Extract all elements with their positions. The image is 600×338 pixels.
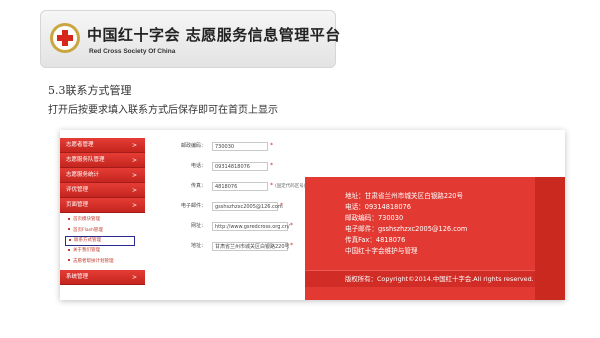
- footer-maintainer: 中国红十字会维护与管理: [345, 247, 418, 255]
- sidebar-item-pages[interactable]: 页面管理 >: [60, 198, 145, 213]
- sidebar-item-label: 页面管理: [66, 202, 89, 208]
- field-label: 地址：: [190, 243, 206, 249]
- required-mark: *: [270, 142, 273, 149]
- sidebar-submenu: 首页模块管理 首页Flash管理 联系方式管理 关于我们管理 志愿者帮扶计划管理: [60, 213, 145, 270]
- chevron-right-icon: >: [131, 172, 137, 179]
- footer-copyright: 版权所有：Copyright©2014.中国红十字会.All rights re…: [345, 275, 534, 283]
- section-title: 5.3联系方式管理: [48, 84, 132, 97]
- sidebar-item-label: 志愿服务统计: [66, 172, 100, 178]
- sidebar-item-volunteers[interactable]: 志愿者管理 >: [60, 138, 145, 153]
- required-mark: *: [280, 202, 283, 209]
- banner-subtitle: Red Cross Society Of China: [89, 48, 176, 55]
- chevron-right-icon: >: [131, 202, 137, 209]
- postcode-input[interactable]: 730030: [212, 142, 268, 151]
- submenu-item-contact[interactable]: 联系方式管理: [65, 236, 135, 246]
- sidebar: 志愿者管理 > 志愿服务队管理 > 志愿服务统计 > 评优管理 > 页面管理 >…: [60, 138, 145, 285]
- phone-input[interactable]: 09314818076: [212, 162, 268, 171]
- footer-preview: 地址：甘肃省兰州市城关区白银路220号 电话：09314818076 邮政编码：…: [305, 177, 535, 300]
- required-mark: *: [290, 242, 293, 249]
- field-label: 网址：: [190, 223, 206, 229]
- email-input[interactable]: gsshszhzxc2005@126.com: [212, 202, 283, 211]
- field-label: 邮政编码：: [180, 143, 206, 149]
- sidebar-item-teams[interactable]: 志愿服务队管理 >: [60, 153, 145, 168]
- footer-postcode: 邮政编码：730030: [345, 214, 404, 222]
- fax-input[interactable]: 4818076: [212, 182, 268, 191]
- required-mark: *: [290, 222, 293, 229]
- bullet-icon: [68, 248, 70, 251]
- footer-email: 电子邮件：gsshszhzxc2005@126.com: [345, 225, 468, 233]
- sidebar-item-label: 系统管理: [66, 274, 89, 280]
- field-label: 电子邮件：: [180, 203, 206, 209]
- sidebar-item-statistics[interactable]: 志愿服务统计 >: [60, 168, 145, 183]
- section-description: 打开后按要求填入联系方式后保存即可在首页上显示: [48, 105, 278, 116]
- sidebar-item-system[interactable]: 系统管理 >: [60, 270, 145, 285]
- sidebar-item-label: 志愿服务队管理: [66, 157, 105, 163]
- sidebar-item-label: 志愿者管理: [66, 142, 94, 148]
- footer-contact-info: 地址：甘肃省兰州市城关区白银路220号 电话：09314818076 邮政编码：…: [345, 191, 467, 257]
- footer-side-panel: [535, 177, 565, 300]
- sidebar-item-label: 评优管理: [66, 187, 89, 193]
- bullet-icon: [69, 238, 71, 241]
- footer-fax: 传真Fax：4818076: [345, 236, 406, 244]
- submenu-item-flash[interactable]: 首页Flash管理: [60, 226, 145, 237]
- footer-address: 地址：甘肃省兰州市城关区白银路220号: [345, 192, 464, 200]
- submenu-item-assistance[interactable]: 志愿者帮扶计划管理: [60, 257, 145, 268]
- required-mark: *: [270, 182, 273, 189]
- address-input[interactable]: 甘肃省兰州市城关区白银路220号: [212, 242, 290, 251]
- required-mark: *: [270, 162, 273, 169]
- bullet-icon: [68, 259, 70, 261]
- red-cross-logo-icon: [50, 23, 80, 53]
- submenu-item-home-modules[interactable]: 首页模块管理: [60, 215, 145, 226]
- website-input[interactable]: http://www.gsredcross.org.cn/: [212, 222, 290, 231]
- field-label: 传真：: [190, 183, 206, 189]
- header-banner: 中国红十字会 志愿服务信息管理平台 Red Cross Society Of C…: [40, 10, 340, 68]
- chevron-right-icon: >: [131, 187, 137, 194]
- banner-title: 中国红十字会 志愿服务信息管理平台: [87, 26, 341, 44]
- footer-phone: 电话：09314818076: [345, 203, 411, 211]
- submenu-item-about[interactable]: 关于我们管理: [60, 246, 145, 257]
- fax-note: (固定代码区号): [275, 184, 306, 189]
- admin-screenshot: 志愿者管理 > 志愿服务队管理 > 志愿服务统计 > 评优管理 > 页面管理 >…: [60, 130, 565, 300]
- chevron-right-icon: >: [131, 274, 137, 281]
- bullet-icon: [68, 217, 70, 220]
- chevron-right-icon: >: [131, 142, 137, 149]
- bullet-icon: [68, 228, 70, 230]
- chevron-right-icon: >: [131, 157, 137, 164]
- field-label: 电话：: [190, 163, 206, 169]
- sidebar-item-awards[interactable]: 评优管理 >: [60, 183, 145, 198]
